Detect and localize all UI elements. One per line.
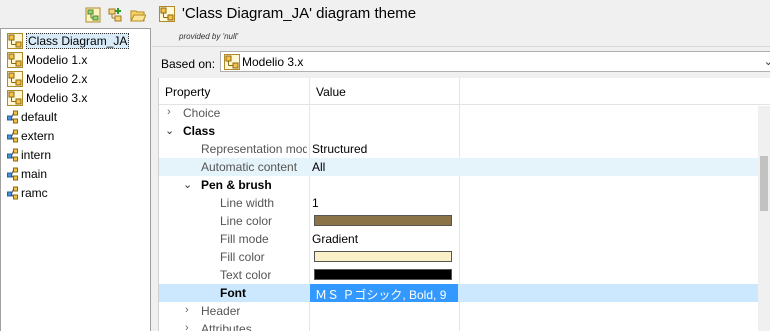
- property-value[interactable]: Gradient: [312, 232, 358, 246]
- style-icon: [7, 186, 18, 200]
- based-on-combo[interactable]: Modelio 3.x ⌄: [220, 51, 770, 72]
- vertical-scrollbar[interactable]: [758, 106, 770, 331]
- diagram-theme-icon: [7, 71, 23, 87]
- chevron-down-icon[interactable]: ⌄: [165, 124, 174, 137]
- property-name: Choice: [183, 106, 221, 120]
- tree-item-modelio-1x[interactable]: Modelio 1.x: [7, 51, 87, 69]
- property-name: Pen & brush: [201, 178, 272, 192]
- provided-by-text: provided by 'null': [179, 32, 239, 41]
- column-header-value[interactable]: Value: [316, 85, 346, 99]
- chevron-down-icon[interactable]: ⌄: [183, 178, 192, 191]
- column-header-property[interactable]: Property: [165, 85, 210, 99]
- tree-item-default[interactable]: default: [7, 108, 57, 126]
- font-value-cell[interactable]: ＭＳ Ｐゴシック, Bold, 9: [310, 284, 458, 302]
- property-name: Fill color: [220, 250, 265, 264]
- style-icon: [7, 129, 18, 143]
- table-row[interactable]: Fill mode Gradient: [159, 230, 765, 248]
- tree-item-label: Modelio 2.x: [26, 72, 88, 86]
- property-name: Fill mode: [220, 232, 269, 246]
- property-name: Font: [220, 286, 246, 300]
- table-row[interactable]: Fill color: [159, 248, 765, 266]
- table-row[interactable]: Line width 1: [159, 194, 765, 212]
- divider: [152, 46, 770, 47]
- page-title: 'Class Diagram_JA' diagram theme: [182, 5, 417, 22]
- fill-color-swatch[interactable]: [314, 251, 452, 262]
- style-icon: [7, 148, 18, 162]
- tree-item-modelio-3x[interactable]: Modelio 3.x: [7, 89, 87, 107]
- chevron-right-icon[interactable]: ›: [185, 322, 189, 331]
- based-on-label: Based on:: [161, 57, 216, 71]
- add-theme-icon[interactable]: [107, 7, 123, 23]
- theme-editor: 'Class Diagram_JA' diagram theme provide…: [152, 0, 770, 331]
- tree-item-label: extern: [21, 129, 55, 143]
- chevron-right-icon[interactable]: ›: [185, 304, 189, 316]
- property-name: Header: [201, 304, 241, 318]
- diagram-theme-icon: [159, 6, 175, 22]
- tree-item-modelio-2x[interactable]: Modelio 2.x: [7, 70, 87, 88]
- based-on-value: Modelio 3.x: [242, 54, 304, 69]
- line-color-swatch[interactable]: [314, 215, 452, 226]
- property-name: Class: [183, 124, 216, 138]
- left-toolbar: [0, 0, 152, 28]
- property-name: Line color: [220, 214, 273, 228]
- tree-item-label: ramc: [21, 186, 48, 200]
- open-folder-icon[interactable]: [130, 7, 146, 23]
- table-row[interactable]: Line color: [159, 212, 765, 230]
- property-value[interactable]: Structured: [312, 142, 367, 156]
- text-color-swatch[interactable]: [314, 269, 452, 280]
- diagram-theme-icon: [7, 33, 23, 49]
- chevron-right-icon[interactable]: ›: [167, 106, 171, 118]
- tree-item-label: intern: [21, 148, 52, 162]
- tree-item-label: default: [21, 110, 58, 124]
- table-row[interactable]: › Header: [159, 302, 765, 320]
- style-icon: [7, 167, 18, 181]
- tree-item-label: Modelio 3.x: [26, 91, 88, 105]
- table-row[interactable]: ⌄ Pen & brush: [159, 176, 765, 194]
- table-row[interactable]: Text color: [159, 266, 765, 284]
- property-table[interactable]: Property Value › Choice ⌄ Class Represen…: [158, 78, 770, 331]
- table-row[interactable]: › Attributes: [159, 320, 765, 331]
- tree-item-ramc[interactable]: ramc: [7, 184, 48, 202]
- property-name: Text color: [220, 268, 272, 282]
- property-name: Line width: [220, 196, 275, 210]
- tree-item-label: Class Diagram_JA: [26, 33, 130, 49]
- theme-tree[interactable]: Class Diagram_JA Modelio 1.x Modelio 2.x…: [0, 28, 151, 331]
- property-name: Attributes: [201, 322, 252, 331]
- tree-item-intern[interactable]: intern: [7, 146, 51, 164]
- tree-item-label: main: [21, 167, 48, 181]
- style-icon: [7, 110, 18, 124]
- tree-item-extern[interactable]: extern: [7, 127, 54, 145]
- tree-item-label: Modelio 1.x: [26, 53, 88, 67]
- tree-item-class-diagram-ja[interactable]: Class Diagram_JA: [7, 32, 130, 50]
- scrollbar-thumb[interactable]: [760, 156, 768, 211]
- tree-item-main[interactable]: main: [7, 165, 47, 183]
- table-row[interactable]: ⌄ Class: [159, 122, 765, 140]
- diagram-theme-icon: [7, 90, 23, 106]
- table-header: Property Value: [159, 78, 770, 105]
- diagram-theme-icon: [224, 53, 240, 70]
- table-row[interactable]: › Choice: [159, 104, 765, 122]
- table-row[interactable]: Automatic content All: [159, 158, 765, 176]
- table-row[interactable]: Representation mode Structured: [159, 140, 765, 158]
- chevron-down-icon[interactable]: ⌄: [764, 55, 770, 68]
- property-name: Automatic content: [201, 160, 298, 174]
- diagram-theme-icon: [7, 52, 23, 68]
- property-value[interactable]: 1: [312, 196, 319, 210]
- property-name: Representation mode: [201, 142, 307, 156]
- table-row-selected[interactable]: Font ＭＳ Ｐゴシック, Bold, 9: [159, 284, 765, 302]
- new-theme-icon[interactable]: [85, 7, 101, 23]
- property-value[interactable]: All: [312, 160, 325, 174]
